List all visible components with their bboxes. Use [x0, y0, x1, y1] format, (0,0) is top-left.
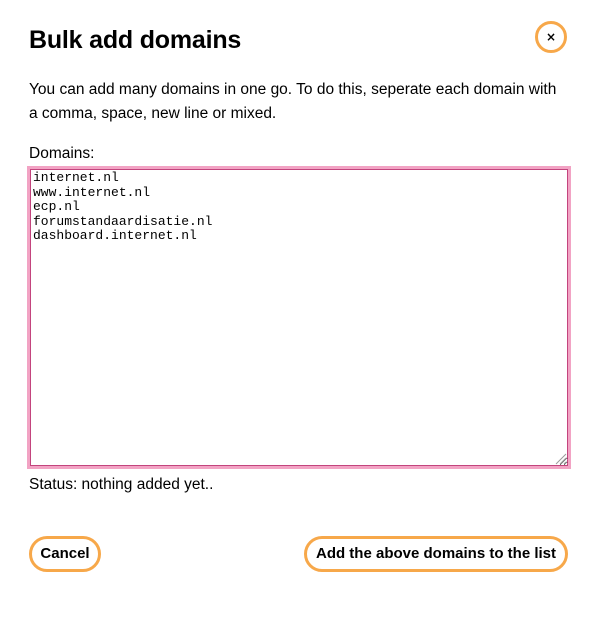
dialog-description: You can add many domains in one go. To d…: [29, 81, 557, 122]
bulk-add-domains-dialog: Bulk add domains × You can add many doma…: [0, 0, 596, 619]
domains-label: Domains:: [29, 145, 95, 162]
close-icon: ×: [545, 30, 557, 44]
dialog-title: Bulk add domains: [29, 26, 242, 54]
cancel-button[interactable]: Cancel: [29, 536, 101, 572]
domains-textarea[interactable]: [27, 166, 571, 469]
status-text: Status: nothing added yet..: [29, 476, 214, 493]
add-domains-button[interactable]: Add the above domains to the list: [304, 536, 568, 572]
close-button[interactable]: ×: [535, 21, 567, 53]
